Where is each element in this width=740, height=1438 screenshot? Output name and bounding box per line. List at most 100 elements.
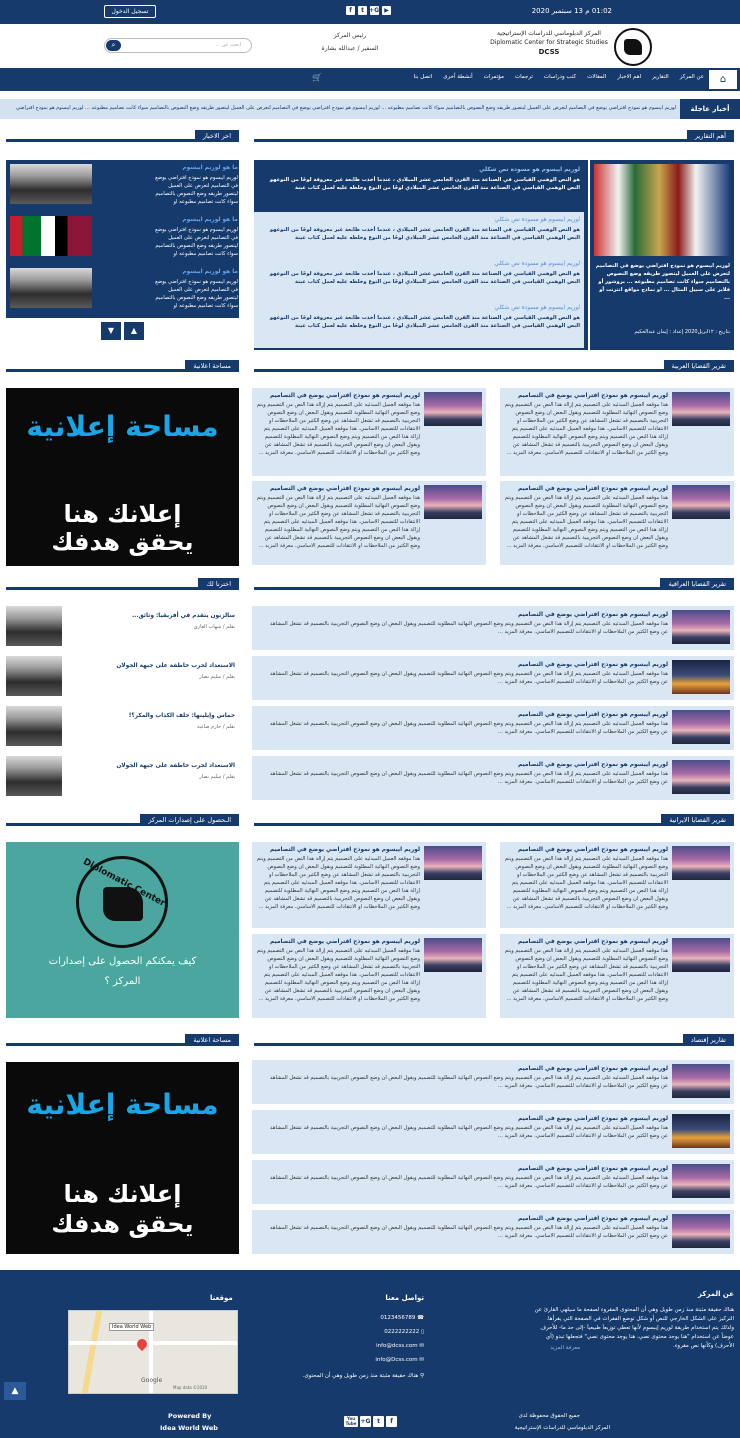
report-row[interactable]: لوريم ايبسوم هو نموذج افتراضي يوضع في ال… (252, 606, 734, 650)
card-text: هذا موقفه العميل المبدئيه على التصميم يت… (256, 856, 420, 910)
nav-item-contact[interactable]: اتصل بنا (414, 74, 433, 80)
latest-item[interactable]: ما هو لوريم ايبسوم لوريم ايبسوم هو نموذج… (10, 162, 238, 208)
youtube-icon[interactable]: ▶ (382, 6, 391, 15)
twitter-icon[interactable]: t (358, 6, 367, 15)
ad-banner[interactable]: مساحة إعلانية إعلانك هنا يحقق هدفك (6, 1062, 239, 1254)
nav-item-activities[interactable]: أنشطة أخرى (443, 74, 472, 80)
article-title[interactable]: سالزبون يتقدم في أفريقيا: وثائق... (67, 612, 235, 620)
list-item[interactable]: لوريم ايبسوم هو مسودة نص شكلي هو النص ال… (254, 304, 584, 348)
report-card[interactable]: لوريم ايبسوم هو نموذج افتراضي يوضع في ال… (252, 934, 486, 1018)
card-title[interactable]: لوريم ايبسوم هو نموذج افتراضي يوضع في ال… (508, 485, 668, 493)
publications-banner[interactable]: Diplomatic Center كيف يمكنكم الحصول على … (6, 842, 239, 1018)
item-title[interactable]: ما هو لوريم ايبسوم (154, 164, 238, 172)
login-button[interactable]: تسجيل الدخول (104, 5, 156, 18)
news-ticker[interactable]: لوريم ايبسوم هو نموذج افتراضي يوضع في ال… (0, 105, 676, 111)
card-image (424, 938, 482, 972)
email-2[interactable]: ✉ info@Dcss.com (375, 1356, 424, 1365)
section-header-publications: الـحصول على إصدارات المركز (6, 814, 239, 826)
phone-1[interactable]: ☎ 0123456789 (380, 1314, 424, 1323)
facebook-icon[interactable]: f (386, 1416, 397, 1427)
report-card[interactable]: لوريم ايبسوم هو نموذج افتراضي يوضع في ال… (500, 842, 734, 928)
latest-item[interactable]: ما هو لوريم ايبسوم لوريم ايبسوم هو نموذج… (10, 266, 238, 312)
report-row[interactable]: لوريم ايبسوم هو نموذج افتراضي يوضع في ال… (252, 656, 734, 700)
report-row[interactable]: لوريم ايبسوم هو نموذج افتراضي يوضع في ال… (252, 756, 734, 800)
item-title[interactable]: لوريم ايبسوم هو مسودة نص شكلي (260, 166, 580, 174)
twitter-icon[interactable]: t (373, 1416, 384, 1427)
row-title[interactable]: لوريم ايبسوم هو نموذج افتراضي يوضع في ال… (268, 1115, 668, 1123)
featured-report[interactable]: لوريم ايبسوم هو نموذج افتراضي يوضع في ال… (590, 160, 734, 350)
cart-icon[interactable]: 🛒 (312, 73, 322, 82)
location-map[interactable]: Idea World Web Google Map data ©2020 (68, 1310, 238, 1394)
report-card[interactable]: لوريم ايبسوم هو نموذج افتراضي يوضع في ال… (500, 388, 734, 476)
row-title[interactable]: لوريم ايبسوم هو نموذج افتراضي يوضع في ال… (268, 1065, 668, 1073)
powered-by-company[interactable]: Idea World Web (160, 1424, 218, 1433)
report-card[interactable]: لوريم ايبسوم هو نموذج افتراضي يوضع في ال… (500, 934, 734, 1018)
report-row[interactable]: لوريم ايبسوم هو نموذج افتراضي يوضع في ال… (252, 1160, 734, 1204)
chosen-item[interactable]: الاستعداد لحرب خاطفة على جبهة الجولان بق… (6, 756, 239, 800)
scroll-to-top-button[interactable]: ▲ (4, 1382, 26, 1400)
youtube-icon[interactable]: You Tube (344, 1416, 358, 1427)
row-title[interactable]: لوريم ايبسوم هو نموذج افتراضي يوضع في ال… (268, 1215, 668, 1223)
email-1[interactable]: ✉ info@dcss.com (376, 1342, 424, 1351)
search-input[interactable]: ابحث عن ... (215, 42, 241, 48)
list-item[interactable]: لوريم ايبسوم هو مسودة نص شكلي هو النص ال… (254, 216, 584, 260)
row-title[interactable]: لوريم ايبسوم هو نموذج افتراضي يوضع في ال… (268, 761, 668, 769)
row-title[interactable]: لوريم ايبسوم هو نموذج افتراضي يوضع في ال… (268, 1165, 668, 1173)
item-title[interactable]: لوريم ايبسوم هو مسودة نص شكلي (260, 260, 580, 268)
card-title[interactable]: لوريم ايبسوم هو نموذج افتراضي يوضع في ال… (260, 846, 420, 854)
report-card[interactable]: لوريم ايبسوم هو نموذج افتراضي يوضع في ال… (500, 481, 734, 565)
facebook-icon[interactable]: f (346, 6, 355, 15)
phone-2[interactable]: ▯ 0222222222 (384, 1328, 424, 1337)
search-button[interactable]: ⌕ (106, 40, 121, 51)
chosen-item[interactable]: الاستعداد لحرب خاطفة على جبهة الجولان بق… (6, 656, 239, 700)
nav-item-reports[interactable]: التقارير (652, 74, 669, 80)
report-row[interactable]: لوريم ايبسوم هو نموذج افتراضي يوضع في ال… (252, 1060, 734, 1104)
report-card[interactable]: لوريم ايبسوم هو نموذج افتراضي يوضع في ال… (252, 481, 486, 565)
list-item[interactable]: لوريم ايبسوم هو مسودة نص شكلي هو النص ال… (254, 164, 584, 210)
article-title[interactable]: الاستعداد لحرب خاطفة على جبهة الجولان (67, 762, 235, 770)
home-icon[interactable]: ⌂ (709, 70, 737, 89)
featured-title[interactable]: لوريم ايبسوم هو نموذج افتراضي يوضع في ال… (594, 262, 730, 302)
item-title[interactable]: ما هو لوريم ايبسوم (154, 216, 238, 224)
about-more-link[interactable]: معرفة المزيد (550, 1344, 580, 1353)
google-plus-icon[interactable]: G+ (369, 6, 379, 15)
list-item[interactable]: لوريم ايبسوم هو مسودة نص شكلي هو النص ال… (254, 260, 584, 304)
item-title[interactable]: لوريم ايبسوم هو مسودة نص شكلي (260, 216, 580, 224)
card-title[interactable]: لوريم ايبسوم هو نموذج افتراضي يوضع في ال… (508, 392, 668, 400)
report-card[interactable]: لوريم ايبسوم هو نموذج افتراضي يوضع في ال… (252, 842, 486, 928)
nav-item-conferences[interactable]: مؤتمرات (484, 74, 504, 80)
nav-item-translations[interactable]: ترجمات (515, 74, 533, 80)
report-card[interactable]: لوريم ايبسوم هو نموذج افتراضي يوضع في ال… (252, 388, 486, 476)
card-image (424, 392, 482, 426)
google-plus-icon[interactable]: G+ (360, 1416, 371, 1427)
report-row[interactable]: لوريم ايبسوم هو نموذج افتراضي يوضع في ال… (252, 706, 734, 750)
row-title[interactable]: لوريم ايبسوم هو نموذج افتراضي يوضع في ال… (268, 711, 668, 719)
ad-line: إعلانك هنا (63, 500, 182, 528)
latest-item[interactable]: ما هو لوريم ايبسوم لوريم ايبسوم هو نموذج… (10, 214, 238, 260)
chosen-item[interactable]: حماس وإيلينها: حلف الكذاب والمكر؟! بقلم … (6, 706, 239, 750)
article-title[interactable]: الاستعداد لحرب خاطفة على جبهة الجولان (67, 662, 235, 670)
item-title[interactable]: ما هو لوريم ايبسوم (154, 268, 238, 276)
card-title[interactable]: لوريم ايبسوم هو نموذج افتراضي يوضع في ال… (260, 485, 420, 493)
next-button[interactable]: ▲ (124, 322, 144, 340)
row-title[interactable]: لوريم ايبسوم هو نموذج افتراضي يوضع في ال… (268, 611, 668, 619)
report-row[interactable]: لوريم ايبسوم هو نموذج افتراضي يوضع في ال… (252, 1210, 734, 1254)
ad-banner[interactable]: مساحة إعلانية إعلانك هنا يحقق هدفك (6, 388, 239, 566)
article-title[interactable]: حماس وإيلينها: حلف الكذاب والمكر؟! (67, 712, 235, 720)
nav-item-articles[interactable]: المقالات (587, 74, 606, 80)
card-title[interactable]: لوريم ايبسوم هو نموذج افتراضي يوضع في ال… (508, 846, 668, 854)
item-title[interactable]: لوريم ايبسوم هو مسودة نص شكلي (260, 304, 580, 312)
card-title[interactable]: لوريم ايبسوم هو نموذج افتراضي يوضع في ال… (508, 938, 668, 946)
row-image (672, 1164, 730, 1198)
card-title[interactable]: لوريم ايبسوم هو نموذج افتراضي يوضع في ال… (260, 938, 420, 946)
nav-item-about[interactable]: عن المركز (680, 74, 704, 80)
nav-item-books[interactable]: كتب ودراسات (544, 74, 576, 80)
card-title[interactable]: لوريم ايبسوم هو نموذج افتراضي يوضع في ال… (260, 392, 420, 400)
site-footer: عن المركز هناك حقيقة مثبتة منذ زمن طويل … (0, 1270, 740, 1438)
nav-item-news[interactable]: اهم الاخبار (617, 74, 641, 80)
row-title[interactable]: لوريم ايبسوم هو نموذج افتراضي يوضع في ال… (268, 661, 668, 669)
report-row[interactable]: لوريم ايبسوم هو نموذج افتراضي يوضع في ال… (252, 1110, 734, 1154)
center-logo[interactable] (614, 28, 652, 66)
prev-button[interactable]: ▼ (101, 322, 121, 340)
chosen-item[interactable]: سالزبون يتقدم في أفريقيا: وثائق... بقلم … (6, 606, 239, 650)
